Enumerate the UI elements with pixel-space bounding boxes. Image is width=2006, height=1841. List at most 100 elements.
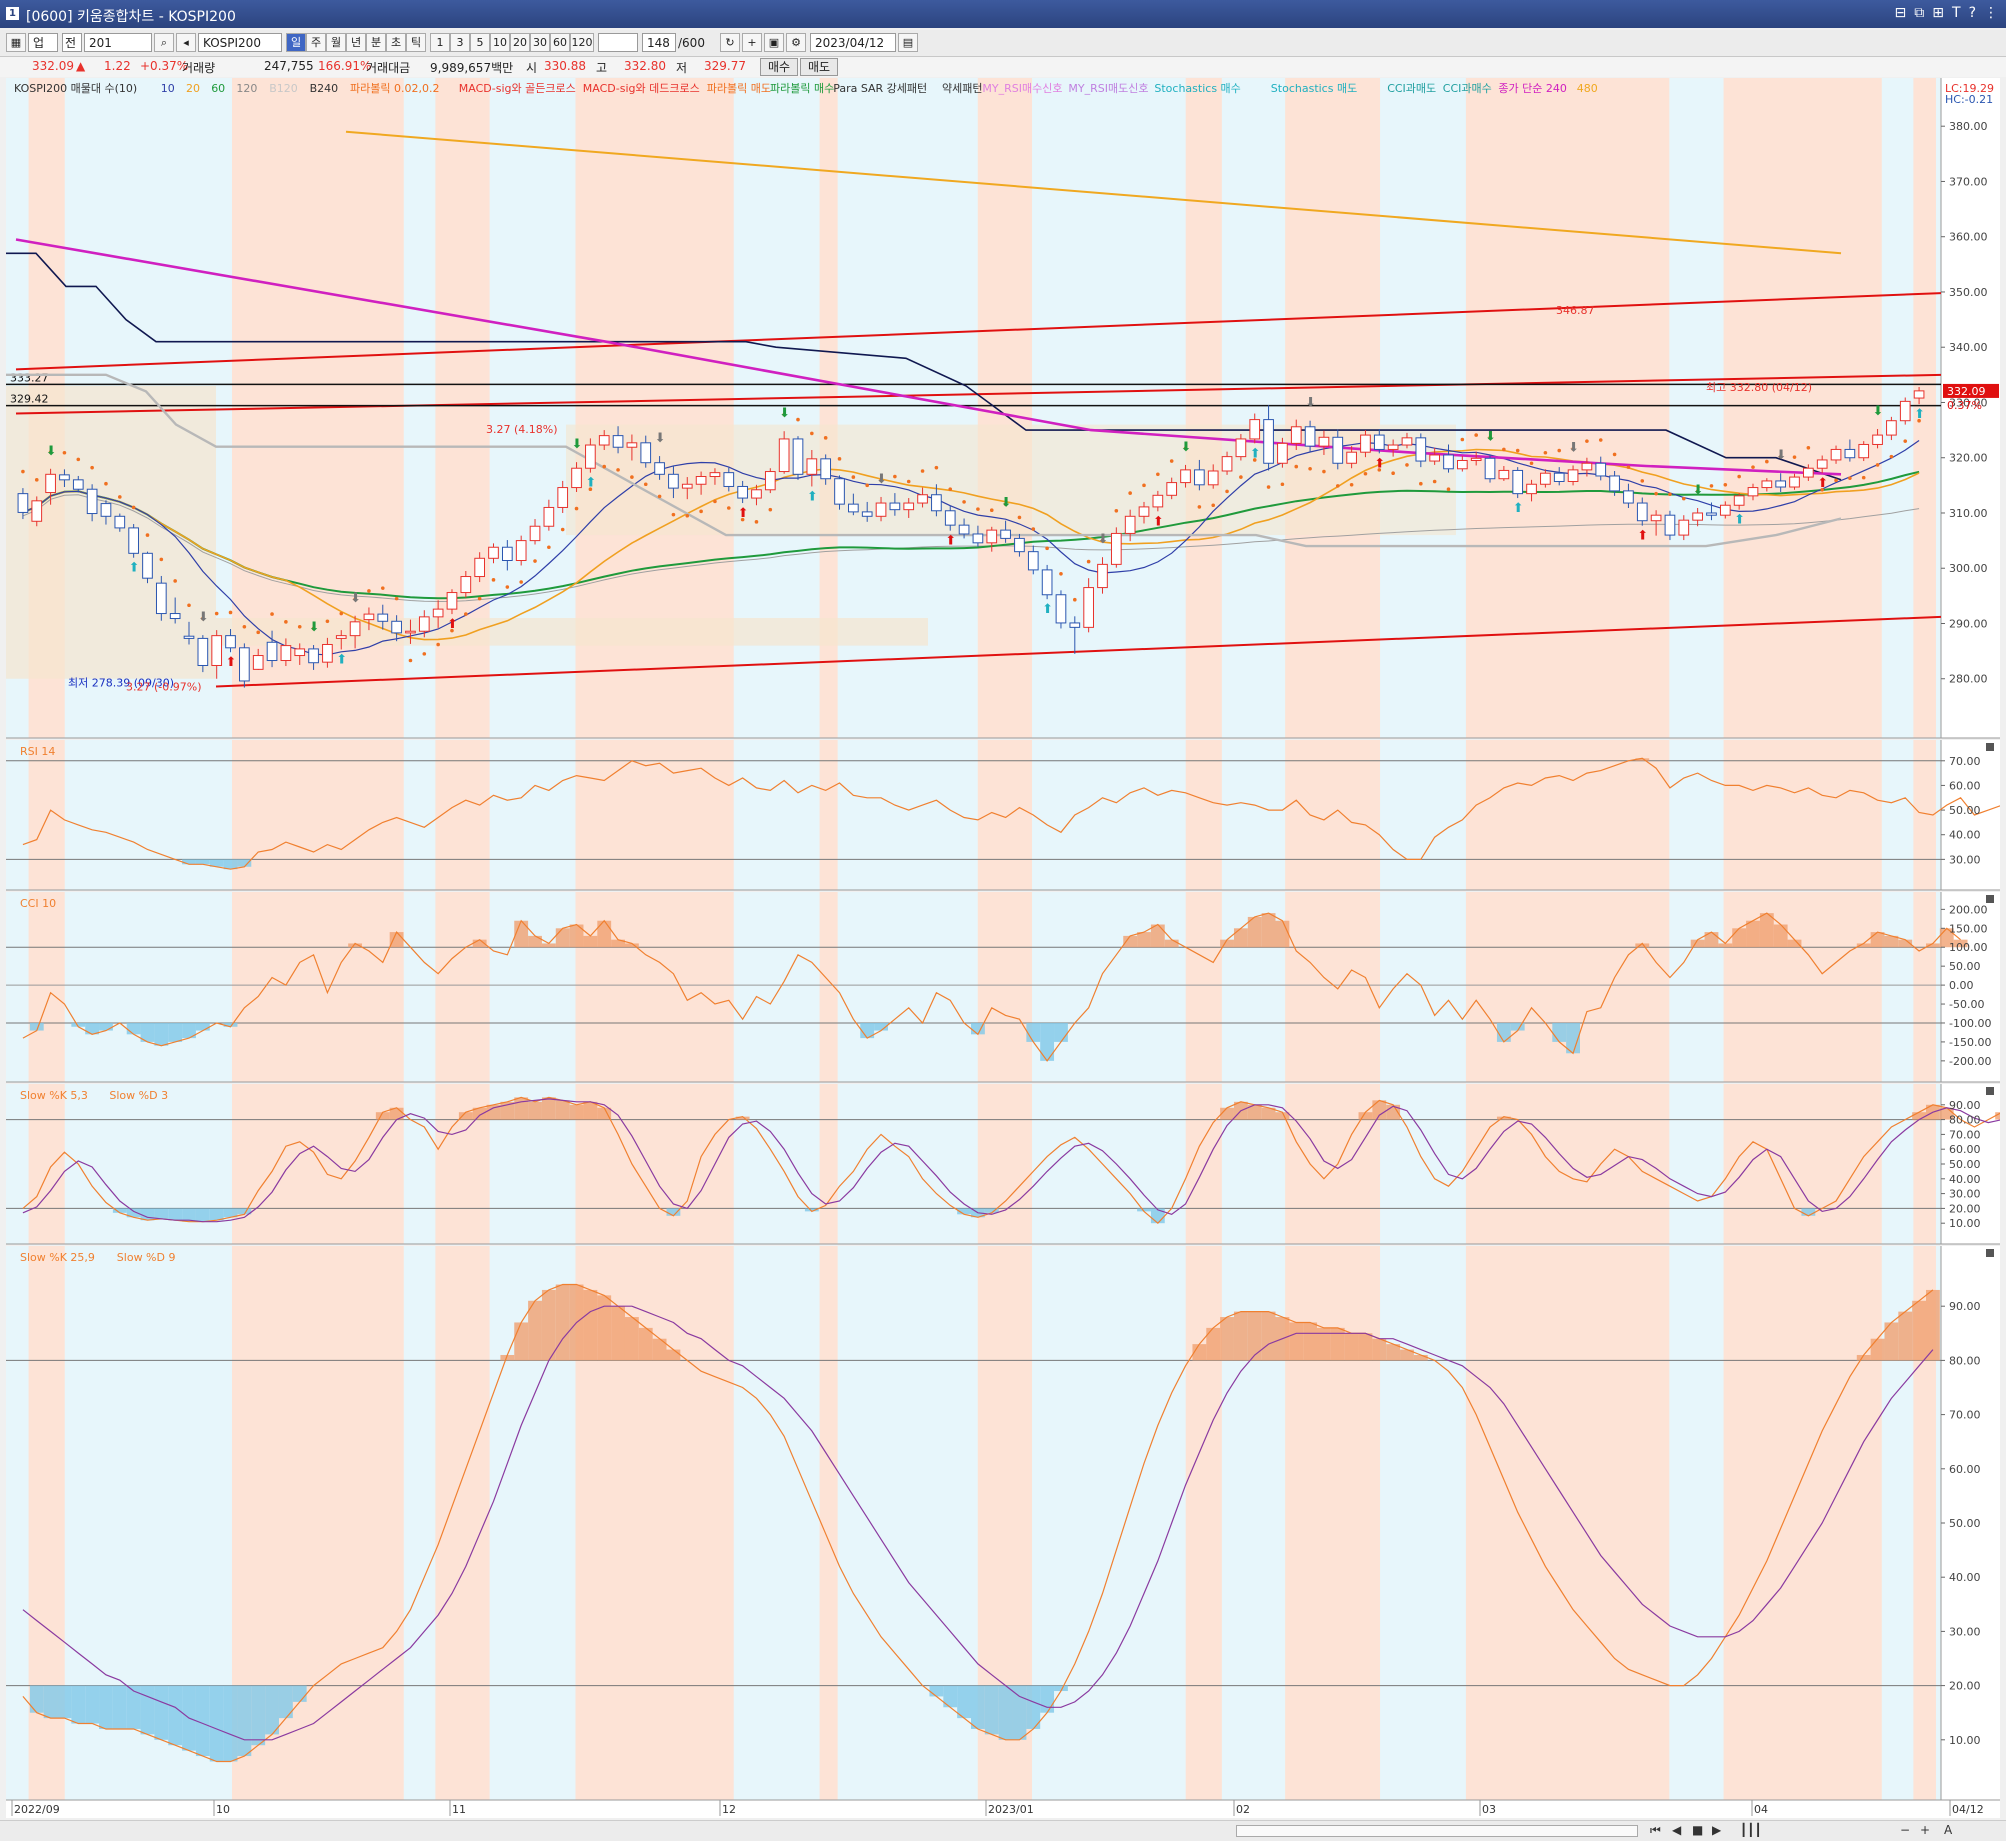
cci-ytick-label: 50.00 bbox=[1949, 960, 1981, 973]
signal-arrow-icon: ⬆ bbox=[1637, 529, 1648, 544]
candle-body bbox=[1346, 451, 1357, 464]
name-field[interactable]: KOSPI200 bbox=[198, 33, 282, 52]
parabolic-sar-dot bbox=[1405, 463, 1409, 467]
parabolic-sar-dot bbox=[1363, 471, 1368, 476]
period-tick[interactable]: 틱 bbox=[406, 33, 426, 52]
minute-120[interactable]: 120 bbox=[570, 33, 594, 52]
chart-canvas[interactable]: 333.27 329.42 KOSPI200 매물대 수(10) 10 20 60 120 B… bbox=[6, 78, 2000, 1818]
quote-change: 1.22 bbox=[104, 59, 131, 73]
time-scrollbar[interactable] bbox=[1236, 1825, 1638, 1837]
parabolic-sar-dot bbox=[893, 474, 897, 479]
parabolic-sar-dot bbox=[1848, 476, 1852, 480]
cci-oversold-fill bbox=[99, 1022, 113, 1031]
menu-icon[interactable]: ⋮ bbox=[1984, 5, 1998, 21]
parabolic-sar-dot bbox=[920, 469, 925, 473]
cci-ytick-label: 150.00 bbox=[1949, 922, 1988, 935]
parabolic-sar-dot bbox=[256, 630, 261, 635]
app-icon[interactable]: 1 bbox=[6, 7, 19, 20]
sell-button[interactable]: 매도 bbox=[800, 58, 838, 76]
scroll-prev-icon[interactable]: ◀ bbox=[1672, 1823, 1681, 1837]
minute-1[interactable]: 1 bbox=[430, 33, 450, 52]
signal-arrow-icon: ⬆ bbox=[1153, 514, 1164, 529]
x-tick-label: 03 bbox=[1482, 1803, 1496, 1816]
stoch-fast-overbought-fill bbox=[528, 1101, 542, 1120]
ruler-icon[interactable]: ┃┃┃ bbox=[1740, 1823, 1762, 1837]
candle-body bbox=[1581, 462, 1593, 471]
market-select[interactable]: 업 bbox=[28, 33, 58, 52]
parabolic-sar-dot bbox=[547, 545, 551, 550]
gain-annotation: 3.27 (4.18%) bbox=[486, 423, 558, 436]
custom-period-select[interactable] bbox=[598, 33, 638, 52]
maximize-icon[interactable]: ⊞ bbox=[1932, 5, 1944, 21]
font-icon[interactable]: T bbox=[1952, 5, 1961, 21]
stoch-fast-pane-menu-icon bbox=[1986, 1087, 1994, 1095]
parabolic-sar-dot bbox=[768, 507, 773, 512]
candle-body bbox=[432, 608, 444, 618]
speaker-icon[interactable]: ◂ bbox=[176, 33, 196, 52]
stoch-slow-overbought-fill bbox=[1289, 1322, 1304, 1361]
buy-button[interactable]: 매수 bbox=[760, 58, 798, 76]
minute-5[interactable]: 5 bbox=[470, 33, 490, 52]
period-year[interactable]: 년 bbox=[346, 33, 366, 52]
zoom-out-icon[interactable]: − bbox=[1900, 1823, 1910, 1837]
code-input[interactable]: 201 bbox=[84, 33, 152, 52]
period-month[interactable]: 월 bbox=[326, 33, 346, 52]
parabolic-sar-dot bbox=[1806, 445, 1811, 450]
count-input[interactable]: 148 bbox=[642, 33, 676, 52]
add-icon[interactable]: + bbox=[742, 33, 762, 52]
save-icon[interactable]: ▣ bbox=[764, 33, 784, 52]
minute-3[interactable]: 3 bbox=[450, 33, 470, 52]
zoom-in-icon[interactable]: + bbox=[1920, 1823, 1930, 1837]
stoch-fast-oversold-fill bbox=[666, 1208, 681, 1216]
parabolic-sar-dot bbox=[464, 612, 468, 616]
rsi-sell-zone bbox=[28, 740, 65, 890]
parabolic-sar-dot bbox=[1543, 450, 1548, 455]
scroll-first-icon[interactable]: ⏮ bbox=[1650, 1823, 1661, 1838]
scroll-next-icon[interactable]: ▶ bbox=[1712, 1823, 1721, 1837]
stoch-slow-oversold-fill bbox=[71, 1685, 86, 1724]
refresh-icon[interactable]: ↻ bbox=[720, 33, 740, 52]
cci-ytick-label: -150.00 bbox=[1949, 1036, 1991, 1049]
settings-icon[interactable]: ⚙ bbox=[786, 33, 806, 52]
parabolic-sar-dot bbox=[408, 658, 413, 663]
date-input[interactable]: 2023/04/12 bbox=[810, 33, 896, 52]
calendar-icon[interactable]: ▤ bbox=[898, 33, 918, 52]
search-icon[interactable]: ⌕ bbox=[154, 33, 174, 52]
parabolic-sar-dot bbox=[34, 478, 39, 482]
minute-30[interactable]: 30 bbox=[530, 33, 550, 52]
candle-body bbox=[280, 645, 292, 662]
restore-icon[interactable]: ⧉ bbox=[1914, 5, 1924, 21]
candle-body bbox=[1830, 448, 1842, 461]
candle-body bbox=[1803, 467, 1814, 478]
candle-body bbox=[1041, 569, 1053, 596]
period-second[interactable]: 초 bbox=[386, 33, 406, 52]
chart-menu-icon[interactable]: ▦ bbox=[6, 33, 26, 52]
stoch-slow-oversold-fill bbox=[195, 1685, 210, 1757]
parabolic-sar-dot bbox=[1169, 459, 1174, 463]
period-day[interactable]: 일 bbox=[286, 33, 306, 52]
period-week[interactable]: 주 bbox=[306, 33, 326, 52]
help-icon[interactable]: ? bbox=[1969, 5, 1976, 21]
minute-60[interactable]: 60 bbox=[550, 33, 570, 52]
main-sell-zone bbox=[1465, 78, 1670, 738]
type-select[interactable]: 전 bbox=[62, 33, 82, 52]
parabolic-sar-dot bbox=[1557, 448, 1562, 453]
period-minute[interactable]: 분 bbox=[366, 33, 386, 52]
legend-item: B120 bbox=[269, 82, 298, 95]
rsi-oversold-fill bbox=[195, 859, 210, 865]
stoch-fast-sell-zone bbox=[1285, 1084, 1381, 1244]
stoch-slow-oversold-fill bbox=[99, 1685, 113, 1729]
dock-icon[interactable]: ⊟ bbox=[1895, 5, 1907, 21]
minute-20[interactable]: 20 bbox=[510, 33, 530, 52]
stop-icon[interactable]: ■ bbox=[1692, 1823, 1703, 1837]
horizontal-line-label: 333.27 bbox=[10, 371, 49, 384]
quote-price: 332.09 bbox=[32, 59, 74, 73]
minute-10[interactable]: 10 bbox=[490, 33, 510, 52]
quote-bar: 332.09 ▲ 1.22 +0.37% 거래량 247,755 166.91%… bbox=[0, 57, 2006, 77]
volume-pct: 166.91% bbox=[318, 59, 372, 73]
font-size-icon[interactable]: A bbox=[1944, 1823, 1952, 1837]
candle-body bbox=[612, 435, 624, 448]
parabolic-sar-dot bbox=[1086, 559, 1091, 564]
candle-body bbox=[1387, 444, 1399, 450]
candle-body bbox=[17, 493, 29, 513]
